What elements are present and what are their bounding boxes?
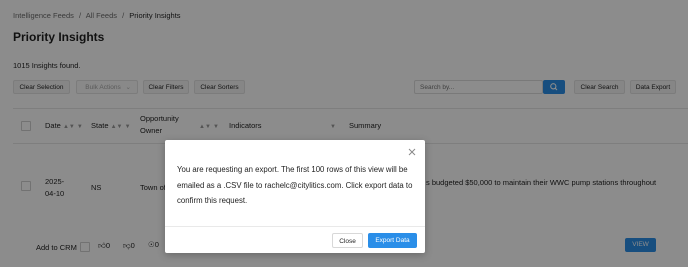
modal-divider <box>165 226 425 227</box>
close-button[interactable]: Close <box>332 233 363 248</box>
export-data-button[interactable]: Export Data <box>368 233 417 248</box>
modal-message: You are requesting an export. The first … <box>177 165 413 205</box>
close-icon[interactable] <box>408 148 416 156</box>
export-confirm-modal: You are requesting an export. The first … <box>165 140 425 253</box>
